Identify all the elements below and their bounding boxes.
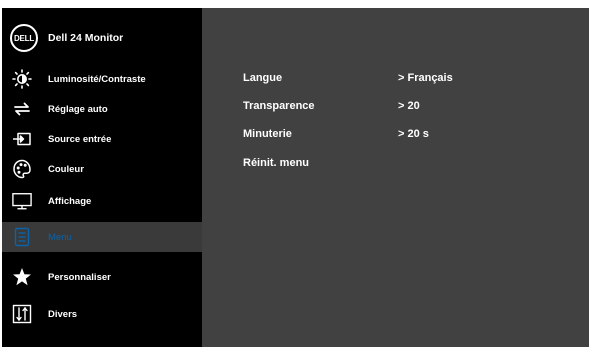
sidebar-item-label: Luminosité/Contraste <box>48 73 146 85</box>
others-icon <box>12 304 32 324</box>
sidebar-item-display[interactable]: Affichage <box>2 186 202 216</box>
menu-icon <box>12 227 32 247</box>
setting-value: > 20 s <box>398 128 429 140</box>
setting-value: > 20 <box>398 100 420 112</box>
sidebar-item-input-source[interactable]: Source entrée <box>2 124 202 154</box>
brightness-icon <box>12 69 32 89</box>
sidebar: DELL Dell 24 Monitor Luminosité/Contrast… <box>2 8 202 347</box>
setting-name: Langue <box>243 72 283 84</box>
display-icon <box>12 191 32 211</box>
setting-row-menu-reset[interactable]: Réinit. menu <box>243 154 398 172</box>
setting-value: > Français <box>398 72 453 84</box>
sidebar-item-others[interactable]: Divers <box>2 299 202 329</box>
sidebar-item-label: Couleur <box>48 163 84 175</box>
sidebar-item-label: Réglage auto <box>48 103 108 115</box>
color-palette-icon <box>12 159 32 179</box>
sidebar-item-label: Personnaliser <box>48 271 111 283</box>
setting-row-transparency[interactable]: Transparence > 20 <box>243 97 420 115</box>
star-icon <box>12 267 32 287</box>
sidebar-item-label: Source entrée <box>48 133 112 145</box>
sidebar-item-label: Menu <box>48 231 72 243</box>
auto-adjust-icon <box>12 99 32 119</box>
sidebar-item-color[interactable]: Couleur <box>2 154 202 184</box>
sidebar-item-auto-adjust[interactable]: Réglage auto <box>2 94 202 124</box>
setting-row-language[interactable]: Langue > Français <box>243 69 453 87</box>
input-source-icon <box>12 129 32 149</box>
monitor-osd: DELL Dell 24 Monitor Luminosité/Contrast… <box>2 8 589 347</box>
sidebar-item-brightness-contrast[interactable]: Luminosité/Contraste <box>2 64 202 94</box>
setting-name: Minuterie <box>243 128 292 140</box>
setting-row-timer[interactable]: Minuterie > 20 s <box>243 125 429 143</box>
setting-name: Transparence <box>243 100 315 112</box>
sidebar-item-label: Divers <box>48 308 78 320</box>
monitor-title: Dell 24 Monitor <box>48 32 124 44</box>
dell-logo: DELL <box>10 24 38 52</box>
sidebar-item-label: Affichage <box>48 195 92 207</box>
osd-header: DELL Dell 24 Monitor <box>2 8 202 64</box>
sidebar-item-personalize[interactable]: Personnaliser <box>2 262 202 292</box>
settings-panel: Langue > Français Transparence > 20 Minu… <box>202 8 589 347</box>
setting-name: Réinit. menu <box>243 157 310 169</box>
sidebar-item-menu[interactable]: Menu <box>2 222 202 252</box>
